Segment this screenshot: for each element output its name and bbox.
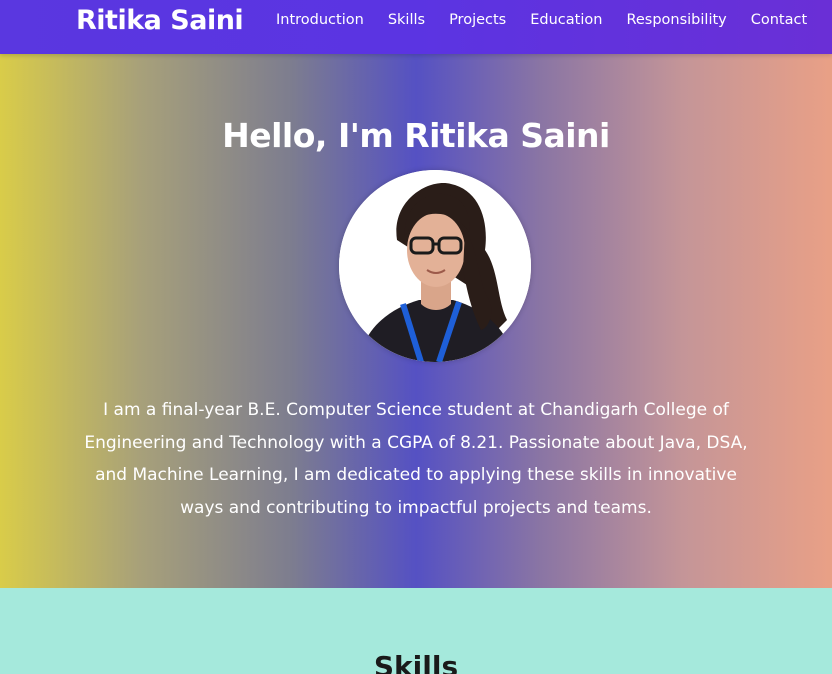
nav-link-contact[interactable]: Contact xyxy=(745,10,813,30)
nav-link-responsibility[interactable]: Responsibility xyxy=(620,10,732,30)
nav-links: Introduction Skills Projects Education R… xyxy=(270,10,825,30)
profile-photo-icon xyxy=(339,170,531,362)
nav-link-projects[interactable]: Projects xyxy=(443,10,512,30)
navbar: Ritika Saini Introduction Skills Project… xyxy=(0,0,832,54)
brand-logo[interactable]: Ritika Saini xyxy=(76,2,244,40)
nav-link-education[interactable]: Education xyxy=(524,10,608,30)
skills-title: Skills xyxy=(373,650,459,674)
hero-section: Hello, I'm Ritika Saini I am a final-yea… xyxy=(0,54,832,588)
nav-link-skills[interactable]: Skills xyxy=(382,10,431,30)
intro-paragraph: I am a final-year B.E. Computer Science … xyxy=(84,400,748,518)
nav-link-introduction[interactable]: Introduction xyxy=(270,10,370,30)
profile-photo xyxy=(339,170,531,362)
skills-section: Skills xyxy=(0,588,832,674)
hero-title: Hello, I'm Ritika Saini xyxy=(222,116,610,155)
